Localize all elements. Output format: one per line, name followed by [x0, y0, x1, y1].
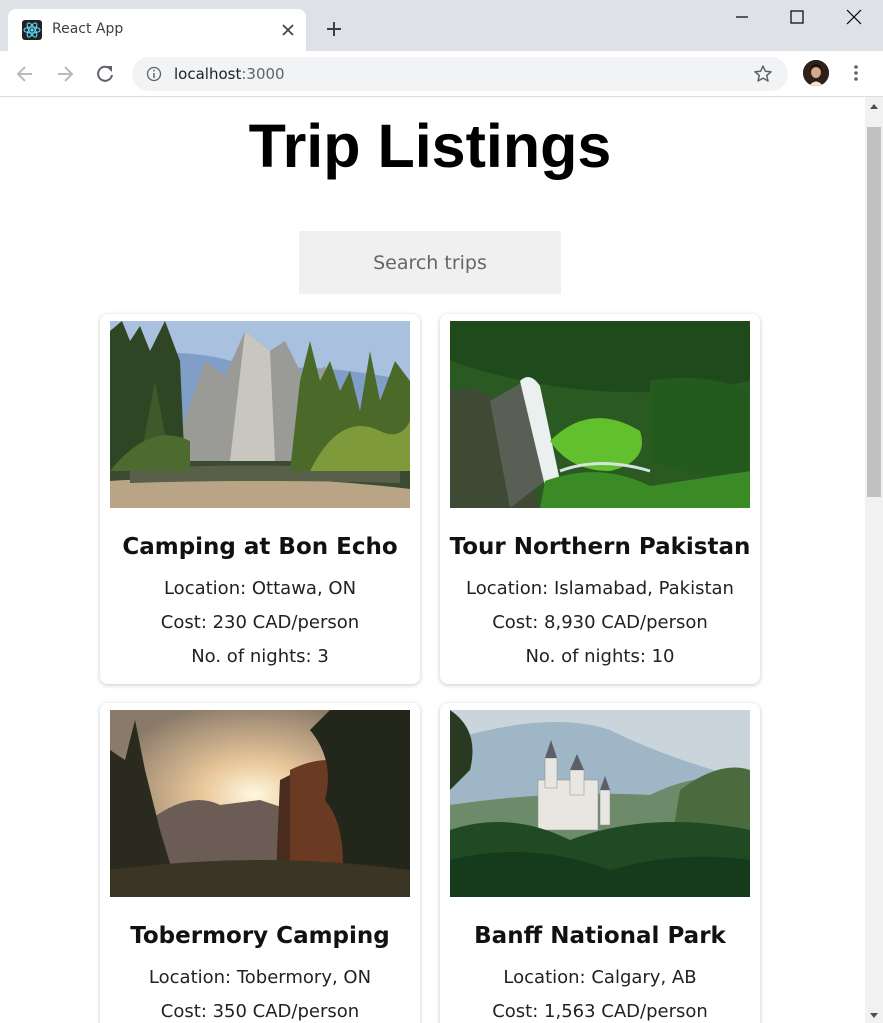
page-viewport: Trip Listings Camping at Bon Echo Locati… [0, 97, 865, 1023]
trip-cost: Cost: 230 CAD/person [160, 612, 360, 633]
trip-location: Location: Ottawa, ON [163, 578, 357, 599]
browser-toolbar: localhost:3000 [0, 51, 883, 97]
scroll-up-arrow-icon[interactable] [865, 97, 883, 117]
trip-cost: Cost: 1,563 CAD/person [492, 1001, 708, 1022]
profile-avatar-image [803, 60, 829, 86]
trip-image-forest-mountain-lake [110, 321, 410, 508]
tab-title: React App [52, 21, 124, 37]
url-host: localhost [174, 65, 242, 83]
trip-card[interactable]: Tour Northern Pakistan Location: Islamab… [440, 314, 760, 684]
bookmark-star-icon[interactable] [753, 64, 773, 84]
page-scrollbar[interactable] [865, 97, 883, 1023]
trip-card[interactable]: Tobermory Camping Location: Tobermory, O… [100, 703, 420, 1023]
minimize-icon[interactable] [724, 4, 760, 32]
trip-title: Camping at Bon Echo [122, 534, 398, 560]
trip-nights: No. of nights: 10 [525, 646, 675, 667]
reload-icon[interactable] [94, 63, 116, 85]
scrollbar-thumb[interactable] [867, 127, 881, 497]
search-input[interactable] [299, 231, 561, 294]
address-bar[interactable]: localhost:3000 [132, 57, 788, 91]
trip-image-sunset-forest-cliff [110, 710, 410, 897]
close-tab-icon[interactable] [278, 20, 298, 40]
more-menu-icon[interactable] [846, 62, 866, 84]
maximize-icon[interactable] [779, 4, 815, 32]
trip-title: Banff National Park [474, 923, 726, 949]
url-port: :3000 [241, 65, 285, 83]
trip-location: Location: Tobermory, ON [148, 967, 372, 988]
trip-card[interactable]: Camping at Bon Echo Location: Ottawa, ON… [100, 314, 420, 684]
forward-arrow-icon[interactable] [54, 63, 76, 85]
scroll-down-arrow-icon[interactable] [865, 1009, 883, 1023]
profile-avatar[interactable] [803, 60, 829, 86]
trip-title: Tobermory Camping [130, 923, 390, 949]
browser-titlebar: React App [0, 0, 883, 51]
react-logo-icon [22, 20, 42, 40]
trip-cost: Cost: 8,930 CAD/person [492, 612, 708, 633]
trip-image-waterfall-green-valley [450, 321, 750, 508]
new-tab-icon[interactable] [322, 17, 346, 41]
trip-nights: No. of nights: 3 [191, 646, 329, 667]
url-text: localhost:3000 [174, 65, 285, 83]
browser-tab[interactable]: React App [8, 9, 306, 51]
trip-image-castle-forest-valley [450, 710, 750, 897]
info-icon[interactable] [146, 66, 162, 82]
page-title: Trip Listings [248, 112, 612, 180]
window-close-icon[interactable] [836, 4, 872, 32]
trip-location: Location: Islamabad, Pakistan [466, 578, 734, 599]
trip-location: Location: Calgary, AB [503, 967, 697, 988]
back-arrow-icon[interactable] [14, 63, 36, 85]
trip-title: Tour Northern Pakistan [449, 534, 751, 560]
trip-card[interactable]: Banff National Park Location: Calgary, A… [440, 703, 760, 1023]
trip-cost: Cost: 350 CAD/person [160, 1001, 360, 1022]
